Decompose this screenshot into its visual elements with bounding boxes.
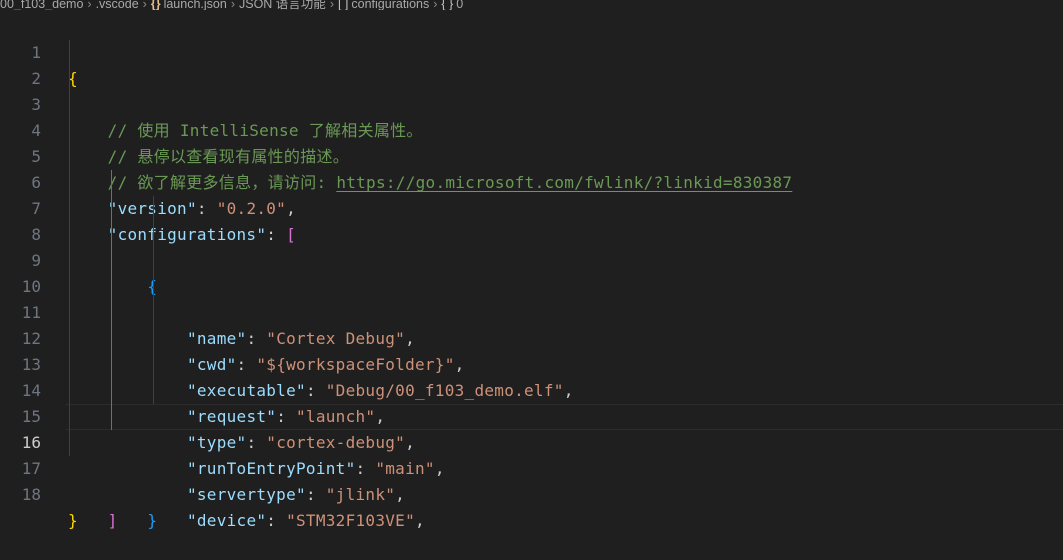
code-line[interactable]: 7 {	[0, 170, 1063, 296]
indent-guide	[69, 40, 70, 66]
chevron-right-icon: ›	[329, 0, 334, 10]
indent-guide	[69, 66, 70, 92]
breadcrumb-subfolder[interactable]: .vscode	[96, 0, 139, 10]
indent-guide	[153, 196, 154, 222]
indent-guide	[153, 300, 154, 326]
breadcrumb-folder[interactable]: 00_f103_demo	[0, 0, 83, 10]
breadcrumb-file[interactable]: launch.json	[164, 0, 227, 10]
indent-guide	[111, 300, 112, 326]
chevron-right-icon: ›	[230, 0, 235, 10]
indent-guide	[111, 222, 112, 248]
code-editor[interactable]: 1 { 2 // 使用 IntelliSense 了解相关属性。 3 // 悬停…	[0, 14, 1063, 530]
code-line[interactable]: 5 "version": "0.2.0",	[0, 118, 1063, 218]
code-line[interactable]: 3 // 悬停以查看现有属性的描述。	[0, 66, 1063, 166]
indent-guide	[111, 326, 112, 352]
indent-guide	[69, 352, 70, 378]
close-brace: }	[68, 511, 78, 530]
indent-guide	[111, 196, 112, 222]
code-line[interactable]: 13 "runToEntryPoint": "main",	[0, 326, 1063, 478]
code-line[interactable]: 6 "configurations": [	[0, 144, 1063, 244]
code-line[interactable]: 18 }	[0, 456, 1063, 530]
indent-guide	[111, 274, 112, 300]
inner-close-brace: }	[147, 511, 158, 530]
indent-guide	[111, 170, 112, 196]
code-line[interactable]: 14 "servertype": "jlink",	[0, 352, 1063, 504]
code-line[interactable]: 15 "device": "STM32F103VE",	[0, 378, 1063, 530]
breadcrumb-array[interactable]: configurations	[351, 0, 429, 10]
chevron-right-icon: ›	[433, 0, 438, 10]
indent-guide	[69, 144, 70, 170]
json-key: "device"	[186, 511, 267, 530]
code-line[interactable]: 12 "type": "cortex-debug",	[0, 300, 1063, 452]
chevron-right-icon: ›	[142, 0, 147, 10]
indent-guide	[111, 352, 112, 378]
indent-guide	[69, 92, 70, 118]
indent-guide	[153, 352, 154, 378]
json-string-value: "STM32F103VE"	[286, 511, 415, 530]
code-line[interactable]: 2 // 使用 IntelliSense 了解相关属性。	[0, 40, 1063, 140]
indent-guide	[69, 430, 70, 456]
breadcrumb-schema[interactable]: JSON 语言功能	[239, 0, 326, 10]
indent-guide	[69, 248, 70, 274]
code-line[interactable]: 10 "executable": "Debug/00_f103_demo.elf…	[0, 248, 1063, 400]
line-number: 18	[21, 485, 41, 504]
code-line-current[interactable]: 16 }	[0, 404, 1063, 530]
code-line[interactable]: 1 {	[0, 14, 1063, 88]
indent-guide	[69, 378, 70, 404]
code-line[interactable]: 9 "cwd": "${workspaceFolder}",	[0, 222, 1063, 374]
object-icon: { }	[441, 0, 454, 10]
indent-guide	[111, 404, 112, 430]
indent-guide	[111, 248, 112, 274]
indent-guide	[69, 326, 70, 352]
indent-guide	[69, 170, 70, 196]
code-line[interactable]: 11 "request": "launch",	[0, 274, 1063, 426]
indent-guide	[153, 222, 154, 248]
json-key: "servertype"	[186, 485, 306, 504]
indent-guide	[69, 274, 70, 300]
indent-guide	[69, 196, 70, 222]
chevron-right-icon: ›	[87, 0, 92, 10]
indent-guide	[153, 326, 154, 352]
indent-guide	[153, 274, 154, 300]
indent-guide	[153, 248, 154, 274]
code-line[interactable]: 8 "name": "Cortex Debug",	[0, 196, 1063, 348]
indent-guide	[111, 378, 112, 404]
indent-guide	[69, 222, 70, 248]
close-bracket: ]	[107, 511, 118, 530]
indent-guide	[69, 118, 70, 144]
json-file-icon: {}	[150, 0, 161, 10]
json-string-value: "jlink"	[325, 485, 396, 504]
indent-guide	[153, 378, 154, 404]
code-line[interactable]: 17 ]	[0, 430, 1063, 530]
indent-guide	[69, 300, 70, 326]
breadcrumb: 00_f103_demo › .vscode ›{} launch.json › JSON …	[0, 0, 1063, 10]
array-icon: [ ]	[337, 0, 349, 10]
breadcrumb-index[interactable]: 0	[456, 0, 463, 10]
indent-guide	[69, 404, 70, 430]
code-line[interactable]: 4 // 欲了解更多信息，请访问: https://go.microsoft.c…	[0, 92, 1063, 192]
